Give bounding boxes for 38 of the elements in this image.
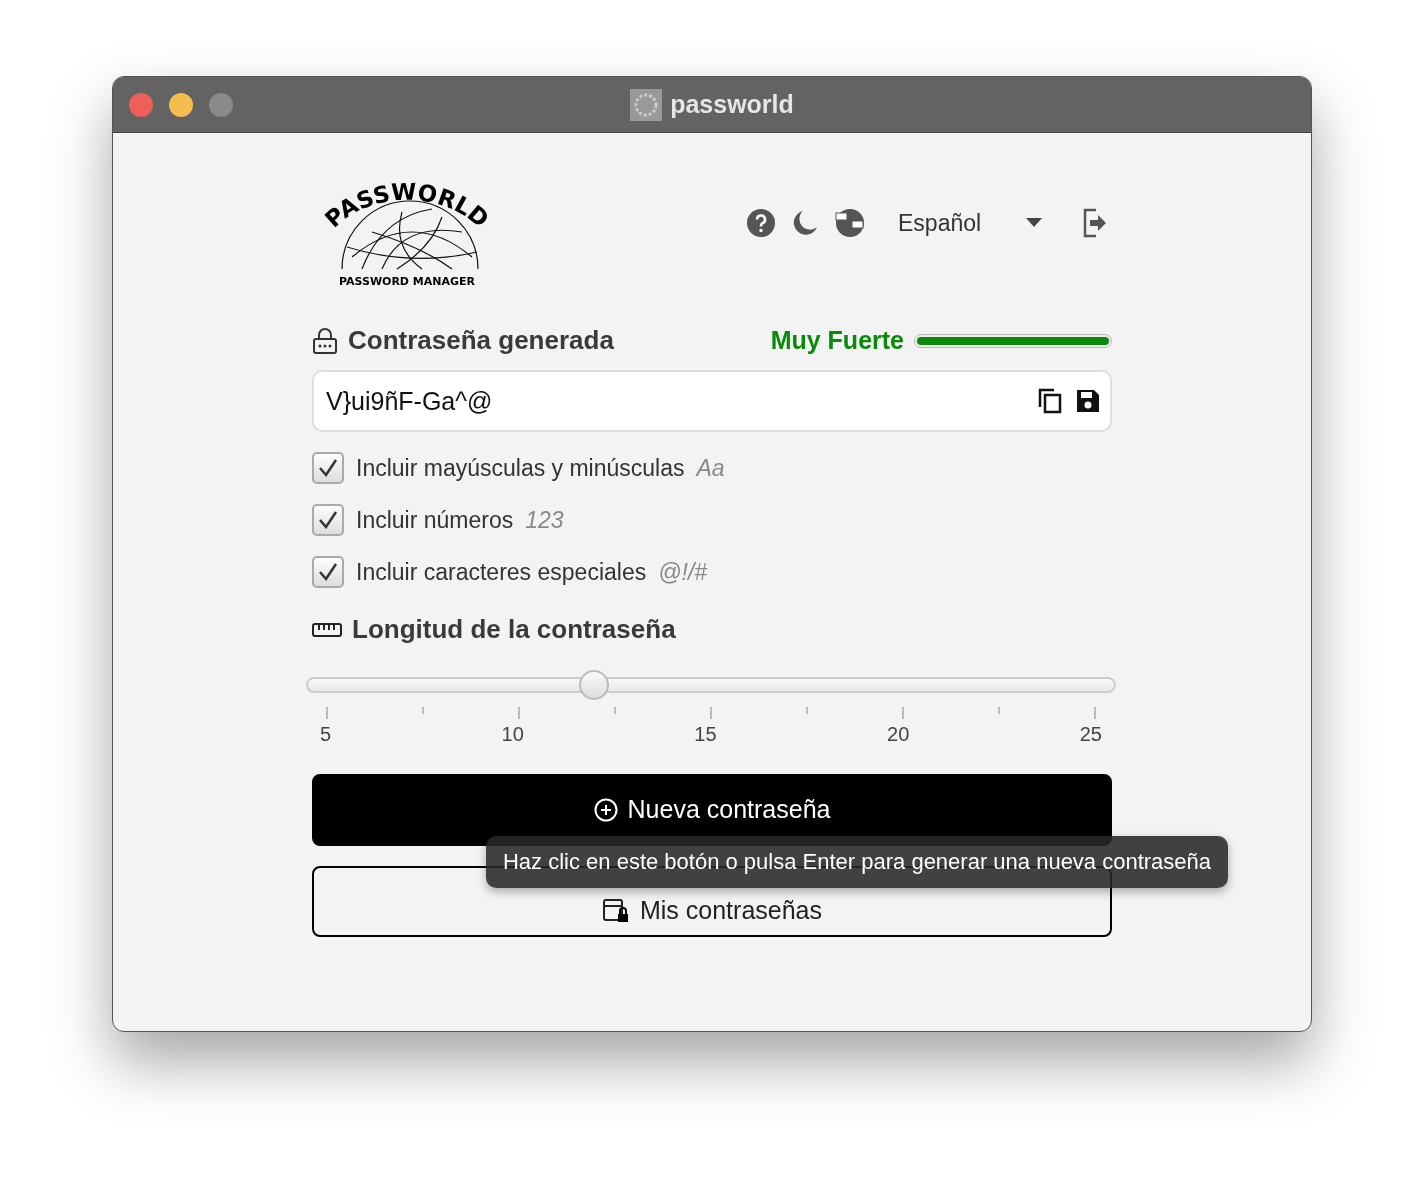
checkbox[interactable] bbox=[312, 556, 344, 588]
option-hint: @!/# bbox=[658, 558, 708, 586]
lock-box-icon bbox=[602, 896, 630, 924]
tick-label: 10 bbox=[501, 723, 524, 746]
length-slider[interactable] bbox=[306, 669, 1116, 701]
save-icon[interactable] bbox=[1076, 389, 1100, 413]
password-field[interactable]: V}ui9ñF-Ga^@ bbox=[312, 370, 1112, 432]
option-hint: Aa bbox=[696, 454, 725, 482]
tick-label: 5 bbox=[320, 723, 332, 746]
check-icon bbox=[317, 561, 339, 583]
check-icon bbox=[317, 509, 339, 531]
check-icon bbox=[317, 457, 339, 479]
help-icon[interactable] bbox=[746, 208, 776, 238]
minimize-button[interactable] bbox=[169, 92, 193, 117]
tick-label: 25 bbox=[1079, 723, 1102, 746]
slider-thumb[interactable] bbox=[578, 670, 609, 700]
option-hint: 123 bbox=[525, 506, 564, 534]
tick-label: 15 bbox=[694, 723, 717, 746]
caret-icon bbox=[1026, 218, 1042, 228]
option-label: Incluir números bbox=[356, 506, 514, 534]
tick-label: 20 bbox=[887, 723, 910, 746]
strength-label: Muy Fuerte bbox=[770, 326, 904, 355]
section-heading: Contraseña generada bbox=[348, 325, 614, 356]
ruler-icon bbox=[312, 621, 342, 638]
plus-circle-icon bbox=[593, 797, 618, 822]
tooltip: Haz clic en este botón o pulsa Enter para generar una nueva contraseña bbox=[486, 836, 1228, 888]
option-label: Incluir caracteres especiales bbox=[356, 558, 647, 586]
lock-icon bbox=[312, 326, 338, 355]
app-icon bbox=[630, 88, 663, 121]
globe-icon[interactable] bbox=[834, 207, 866, 239]
option-label: Incluir mayúsculas y minúsculas bbox=[356, 454, 685, 482]
logout-icon[interactable] bbox=[1082, 208, 1108, 238]
language-dropdown[interactable]: Español bbox=[890, 209, 1050, 237]
section-heading: Longitud de la contraseña bbox=[352, 614, 676, 645]
copy-icon[interactable] bbox=[1038, 388, 1062, 414]
checkbox[interactable] bbox=[312, 504, 344, 536]
window-title: passworld bbox=[670, 90, 794, 119]
checkbox[interactable] bbox=[312, 452, 344, 484]
